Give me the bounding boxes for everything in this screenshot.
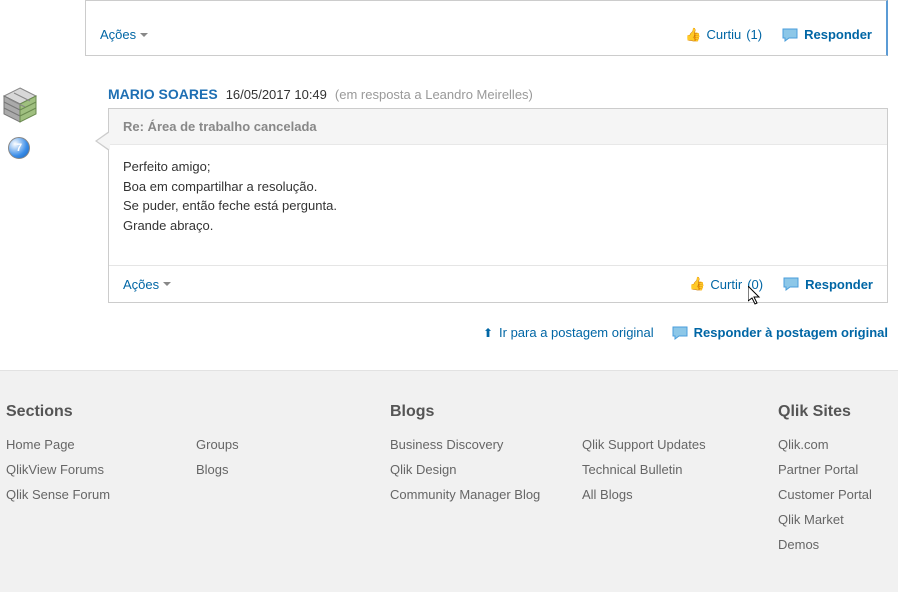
reply-line: Perfeito amigo; bbox=[123, 157, 873, 177]
reply-line: Se puder, então feche está pergunta. bbox=[123, 196, 873, 216]
footer-link-support-updates[interactable]: Qlik Support Updates bbox=[582, 437, 778, 452]
footer-link-blogs[interactable]: Blogs bbox=[196, 462, 390, 477]
arrow-up-icon: ⬆ bbox=[483, 326, 493, 340]
reply-body: Perfeito amigo; Boa em compartilhar a re… bbox=[109, 145, 887, 265]
footer-link-home[interactable]: Home Page bbox=[6, 437, 196, 452]
speech-bubble-icon bbox=[782, 28, 798, 42]
in-reply-to-text: (em resposta a Leandro Meirelles) bbox=[335, 87, 533, 102]
actions-label: Ações bbox=[100, 27, 136, 42]
avatar-cube-icon bbox=[0, 86, 40, 126]
caret-down-icon bbox=[163, 282, 171, 286]
footer-qliksites-heading: Qlik Sites bbox=[778, 403, 872, 421]
footer-link-qlik-sense-forum[interactable]: Qlik Sense Forum bbox=[6, 487, 196, 502]
footer-link-qlik-design[interactable]: Qlik Design bbox=[390, 462, 582, 477]
respond-original-link[interactable]: Responder à postagem original bbox=[672, 325, 888, 340]
like-button[interactable]: 👍 Curtiu (1) bbox=[685, 27, 762, 43]
like-label: Curtiu bbox=[707, 27, 742, 42]
reply-button[interactable]: Responder bbox=[782, 27, 872, 42]
footer-link-demos[interactable]: Demos bbox=[778, 537, 872, 552]
footer-link-technical-bulletin[interactable]: Technical Bulletin bbox=[582, 462, 778, 477]
user-level-badge: 7 bbox=[8, 137, 30, 159]
footer-link-all-blogs[interactable]: All Blogs bbox=[582, 487, 778, 502]
like-count: (1) bbox=[746, 27, 762, 42]
respond-original-label: Responder à postagem original bbox=[694, 325, 888, 340]
go-original-label: Ir para a postagem original bbox=[499, 325, 654, 340]
author-link[interactable]: MARIO SOARES bbox=[108, 86, 218, 102]
reply-title: Re: Área de trabalho cancelada bbox=[109, 109, 887, 145]
reply-container: Re: Área de trabalho cancelada Perfeito … bbox=[108, 108, 888, 303]
actions-dropdown[interactable]: Ações bbox=[123, 277, 171, 292]
footer-link-business-discovery[interactable]: Business Discovery bbox=[390, 437, 582, 452]
footer-link-customer-portal[interactable]: Customer Portal bbox=[778, 487, 872, 502]
go-to-original-link[interactable]: ⬆ Ir para a postagem original bbox=[483, 325, 654, 340]
reply-post: 7 MARIO SOARES 16/05/2017 10:49 (em resp… bbox=[48, 86, 888, 303]
reply-label: Responder bbox=[804, 27, 872, 42]
footer-link-qlik-market[interactable]: Qlik Market bbox=[778, 512, 872, 527]
reply-button[interactable]: Responder bbox=[783, 277, 873, 292]
reply-line: Boa em compartilhar a resolução. bbox=[123, 177, 873, 197]
thumbs-up-icon: 👍 bbox=[689, 276, 705, 292]
footer-link-qlikcom[interactable]: Qlik.com bbox=[778, 437, 872, 452]
reply-line: Grande abraço. bbox=[123, 216, 873, 236]
like-button[interactable]: 👍 Curtir (0) bbox=[689, 276, 763, 292]
page-footer: Sections Home Page QlikView Forums Qlik … bbox=[0, 370, 898, 592]
like-count: (0) bbox=[747, 277, 763, 292]
thumbs-up-icon: 👍 bbox=[685, 27, 701, 43]
footer-link-qlikview-forums[interactable]: QlikView Forums bbox=[6, 462, 196, 477]
speech-bubble-icon bbox=[783, 277, 799, 291]
footer-link-partner-portal[interactable]: Partner Portal bbox=[778, 462, 872, 477]
footer-blogs-heading: Blogs bbox=[390, 403, 582, 421]
speech-bubble-icon bbox=[672, 326, 688, 340]
actions-label: Ações bbox=[123, 277, 159, 292]
caret-down-icon bbox=[140, 33, 148, 37]
like-label: Curtir bbox=[710, 277, 742, 292]
reply-actions-bar: Ações 👍 Curtir (0) Responder bbox=[109, 265, 887, 302]
post-timestamp: 16/05/2017 10:49 bbox=[226, 87, 327, 102]
footer-link-community-manager[interactable]: Community Manager Blog bbox=[390, 487, 582, 502]
footer-sections-heading: Sections bbox=[6, 403, 196, 421]
footer-link-groups[interactable]: Groups bbox=[196, 437, 390, 452]
actions-dropdown[interactable]: Ações bbox=[100, 27, 148, 42]
post-actions-bar: Ações 👍 Curtiu (1) Responder bbox=[85, 14, 888, 56]
reply-label: Responder bbox=[805, 277, 873, 292]
thread-footer-links: ⬆ Ir para a postagem original Responder … bbox=[0, 325, 888, 340]
